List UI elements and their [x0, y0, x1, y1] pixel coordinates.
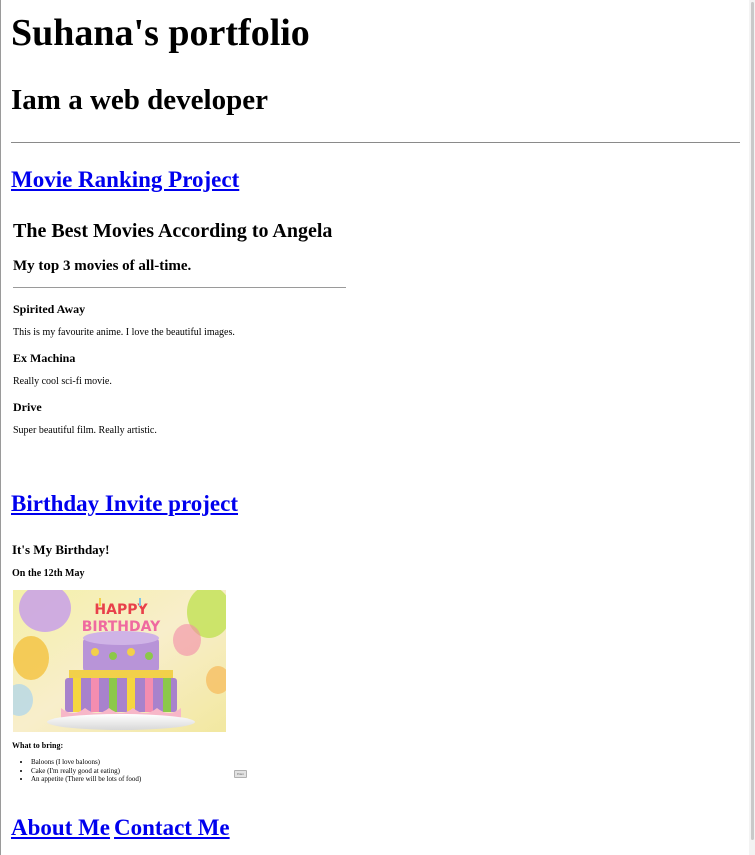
list-item: Baloons (I love baloons) — [31, 758, 141, 767]
about-me-link[interactable]: About Me — [11, 815, 110, 840]
movie-item-description: Really cool sci-fi movie. — [13, 376, 112, 387]
page-title: Suhana's portfolio — [11, 12, 310, 54]
birthday-bring-heading: What to bring: — [12, 741, 64, 750]
movie-item-description: This is my favourite anime. I love the b… — [13, 327, 235, 338]
birthday-preview-date: On the 12th May — [12, 568, 85, 579]
scrollbar-thumb[interactable] — [751, 2, 754, 840]
birthday-mini-button: Enter — [234, 770, 247, 778]
movie-preview-divider — [13, 287, 346, 288]
contact-me-link[interactable]: Contact Me — [114, 815, 230, 840]
movie-project-preview: The Best Movies According to Angela My t… — [13, 214, 353, 454]
birthday-project-preview: It's My Birthday! On the 12th May HAPPY … — [12, 538, 252, 790]
list-item: An appetite (There will be lots of food) — [31, 775, 141, 784]
page-subtitle: Iam a web developer — [11, 84, 268, 116]
birthday-project-link[interactable]: Birthday Invite project — [11, 490, 238, 518]
birthday-cake-image: HAPPY BIRTHDAY — [13, 590, 226, 732]
footer-nav: About Me Contact Me — [11, 814, 230, 842]
header-divider — [11, 142, 740, 143]
vertical-scrollbar[interactable] — [749, 0, 755, 855]
list-item: Cake (I'm really good at eating) — [31, 767, 141, 776]
window-left-border — [0, 0, 1, 855]
movie-item-title: Ex Machina — [13, 351, 76, 365]
movie-item-description: Super beautiful film. Really artistic. — [13, 425, 157, 436]
movie-preview-subtitle: My top 3 movies of all-time. — [13, 258, 192, 274]
movie-preview-title: The Best Movies According to Angela — [13, 220, 333, 242]
movie-item-title: Drive — [13, 400, 42, 414]
birthday-preview-title: It's My Birthday! — [12, 542, 110, 557]
movie-item-title: Spirited Away — [13, 302, 86, 316]
movie-project-link[interactable]: Movie Ranking Project — [11, 166, 239, 194]
birthday-bring-list: Baloons (I love baloons) Cake (I'm reall… — [12, 758, 141, 784]
